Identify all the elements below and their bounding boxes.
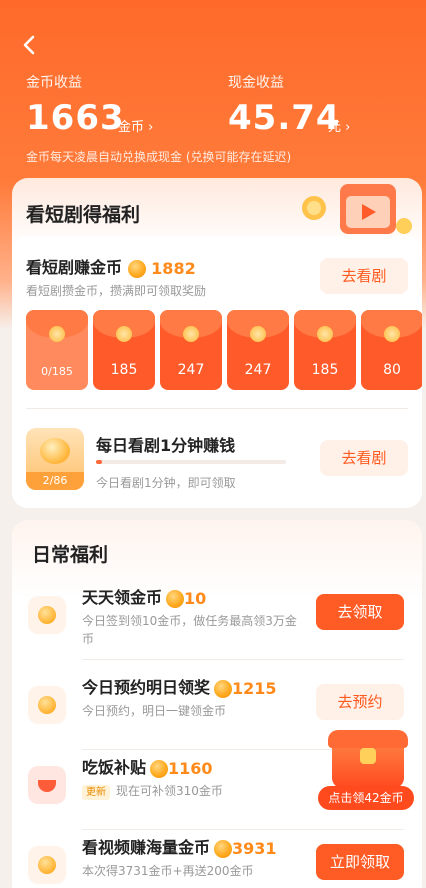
envelope-value: 247 <box>244 362 272 378</box>
watch-drama-coin-count: 1882 <box>151 259 196 278</box>
coin-earnings-value[interactable]: 1663 <box>26 98 125 138</box>
coin-badge <box>28 846 66 884</box>
cash-earnings-unit[interactable]: 元 › <box>328 116 350 135</box>
task-description-text: 现在可补领310金币 <box>116 784 223 798</box>
coin-earnings-unit[interactable]: 金币 › <box>118 116 153 135</box>
claim-daily-coins-button[interactable]: 去领取 <box>316 594 404 630</box>
coin-badge <box>28 596 66 634</box>
daily-watch-thumbnail: 2/86 <box>26 428 84 490</box>
task-description: 更新 现在可补领310金币 <box>82 782 302 800</box>
coin-icon <box>127 259 146 278</box>
task-description: 本次得3731金币+再送200金币 <box>82 864 254 878</box>
red-envelope[interactable]: 185 <box>93 310 155 390</box>
task-title-row: 今日预约明日领奖 1215 <box>82 674 277 698</box>
watch-drama-earn-title: 看短剧赚金币 1882 <box>26 254 196 278</box>
task-title: 天天领金币 <box>82 588 163 607</box>
chest-claim-label[interactable]: 点击领42金币 <box>318 786 414 810</box>
task-coin-count: 3931 <box>232 839 277 858</box>
cash-earnings-label: 现金收益 <box>228 75 284 91</box>
task-title-row: 吃饭补贴 1160 <box>82 754 213 778</box>
claim-now-button[interactable]: 立即领取 <box>316 844 404 880</box>
coin-icon <box>214 679 233 698</box>
task-title: 看视频赚海量金币 <box>82 838 211 857</box>
daily-watch-progress-label: 2/86 <box>26 472 84 490</box>
update-tag: 更新 <box>82 785 110 800</box>
task-watch-video: 看视频赚海量金币 3931 本次得3731金币+再送200金币 立即领取 <box>12 830 422 888</box>
envelope-value: 0/185 <box>41 365 73 378</box>
task-coin-count: 10 <box>184 589 207 608</box>
red-envelope[interactable]: 247 <box>160 310 222 390</box>
divider <box>82 659 404 660</box>
envelope-seal-icon <box>49 326 65 342</box>
task-title: 今日预约明日领奖 <box>82 678 211 697</box>
daily-welfare-card: 日常福利 天天领金币 10 今日签到领10金币，做任务最高领3万金币 去领取 今日… <box>12 520 422 888</box>
envelope-seal-icon <box>384 326 400 342</box>
envelope-seal-icon <box>317 326 333 342</box>
chevron-left-icon <box>23 35 35 55</box>
exchange-notice: 金币每天凌晨自动兑换成现金 (兑换可能存在延迟) <box>26 150 292 164</box>
daily-watch-title: 每日看剧1分钟赚钱 <box>96 436 236 455</box>
envelope-value: 247 <box>177 362 205 378</box>
divider <box>26 408 408 409</box>
daily-watch-button[interactable]: 去看剧 <box>320 440 408 476</box>
daily-watch-progress-fill <box>96 460 102 464</box>
envelope-value: 185 <box>311 362 339 378</box>
task-description: 今日签到领10金币，做任务最高领3万金币 <box>82 614 297 646</box>
red-envelope[interactable]: 247 <box>227 310 289 390</box>
back-button[interactable] <box>20 34 38 56</box>
envelope-seal-icon <box>183 326 199 342</box>
task-coin-count: 1215 <box>232 679 277 698</box>
watch-drama-earn-label: 看短剧赚金币 <box>26 258 123 277</box>
red-envelope-row[interactable]: 0/185 185 247 247 185 80 <box>26 310 422 390</box>
daily-watch-subtitle: 今日看剧1分钟，即可领取 <box>96 476 236 490</box>
bowl-icon <box>38 780 56 792</box>
drama-welfare-card: 看短剧得福利 看短剧赚金币 1882 看短剧攒金币，攒满即可领取奖励 去看剧 0… <box>12 178 422 508</box>
video-coin-decoration-icon <box>302 184 412 234</box>
watch-drama-earn-subtitle: 看短剧攒金币，攒满即可领取奖励 <box>26 284 207 298</box>
red-envelope[interactable]: 80 <box>361 310 422 390</box>
task-description: 今日预约，明日一键领金币 <box>82 704 227 718</box>
task-title-row: 天天领金币 10 <box>82 584 206 608</box>
bowl-badge <box>28 766 66 804</box>
chest-lid <box>328 730 408 748</box>
coin-stack-icon <box>40 438 70 464</box>
watch-drama-button[interactable]: 去看剧 <box>320 258 408 294</box>
envelope-seal-icon <box>116 326 132 342</box>
floating-treasure-chest[interactable]: 点击领42金币 <box>318 730 414 810</box>
coin-icon <box>38 856 56 874</box>
cash-earnings-value[interactable]: 45.74 <box>228 98 341 138</box>
coin-icon <box>166 589 185 608</box>
envelope-value: 185 <box>110 362 138 378</box>
daily-section-title: 日常福利 <box>32 544 109 566</box>
coin-icon <box>214 839 233 858</box>
coin-icon <box>150 759 169 778</box>
task-title: 吃饭补贴 <box>82 758 147 777</box>
coin-badge <box>28 686 66 724</box>
envelope-seal-icon <box>250 326 266 342</box>
coin-icon <box>38 606 56 624</box>
task-daily-coins: 天天领金币 10 今日签到领10金币，做任务最高领3万金币 去领取 <box>12 580 422 660</box>
drama-inner-panel: 看短剧赚金币 1882 看短剧攒金币，攒满即可领取奖励 去看剧 0/185 18… <box>12 236 422 508</box>
red-envelope[interactable]: 0/185 <box>26 310 88 390</box>
coin-earnings-label: 金币收益 <box>26 75 82 91</box>
drama-section-title: 看短剧得福利 <box>26 204 141 226</box>
coin-icon <box>38 696 56 714</box>
envelope-value: 80 <box>383 362 401 378</box>
chest-lock-icon <box>360 748 376 764</box>
red-envelope[interactable]: 185 <box>294 310 356 390</box>
task-coin-count: 1160 <box>168 759 213 778</box>
reserve-button[interactable]: 去预约 <box>316 684 404 720</box>
task-title-row: 看视频赚海量金币 3931 <box>82 834 277 858</box>
daily-watch-progress-bar <box>96 460 286 464</box>
